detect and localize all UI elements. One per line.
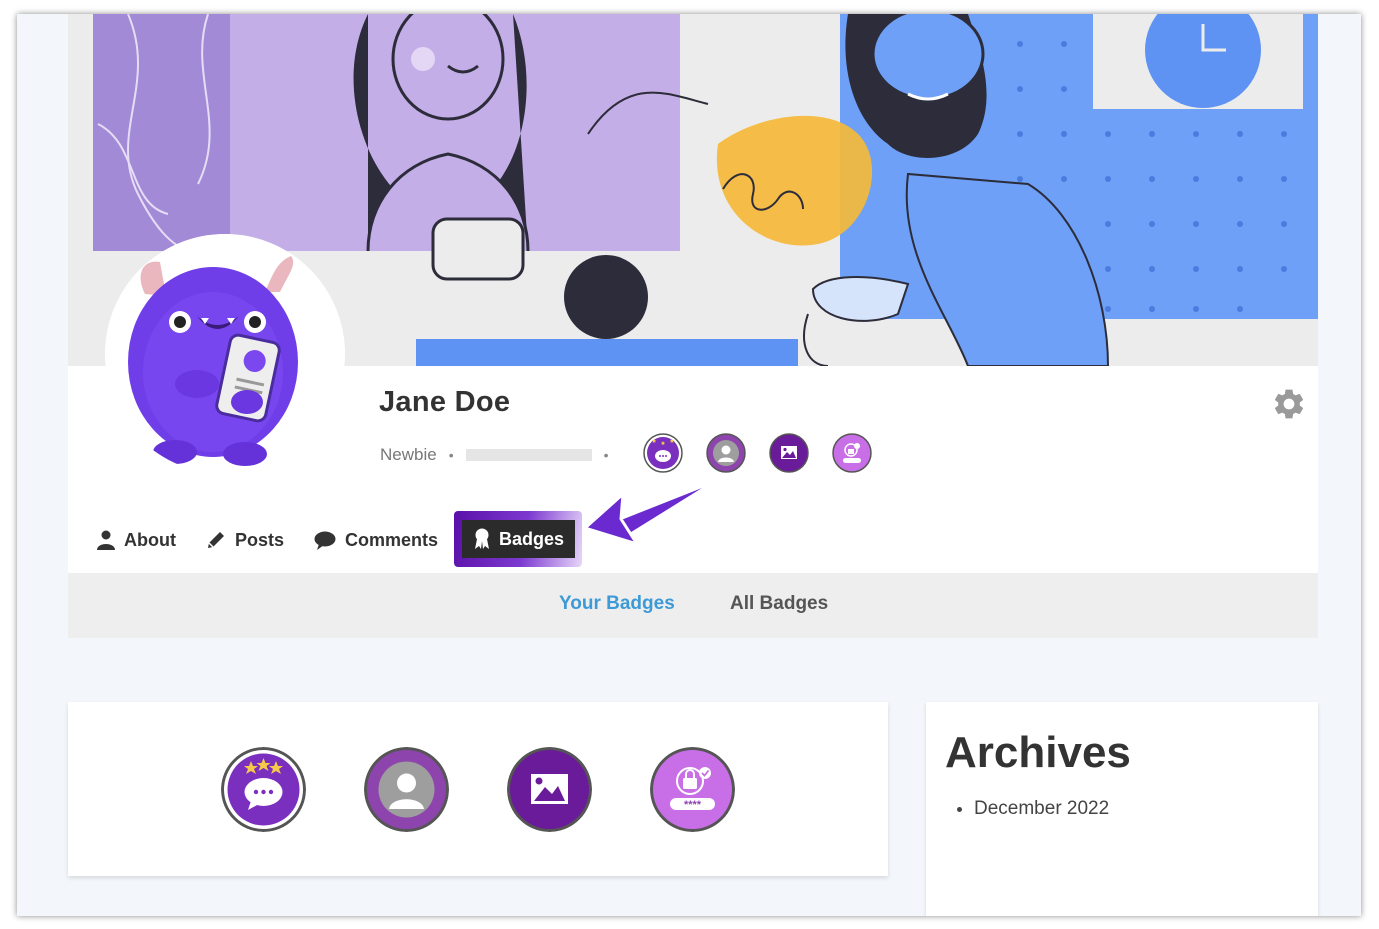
chat-bubble-icon — [314, 530, 336, 550]
profile-page: Jane Doe Newbie • • About Posts Comments… — [17, 14, 1361, 916]
comment-stars-badge-icon[interactable] — [643, 433, 683, 473]
subnav-your-badges[interactable]: Your Badges — [559, 593, 675, 615]
tab-comments[interactable]: Comments — [314, 530, 438, 551]
redacted-field — [465, 449, 592, 461]
earned-badge-list: **** — [221, 747, 735, 832]
profile-role: Newbie — [380, 445, 437, 464]
pencil-icon — [206, 530, 226, 550]
archives-widget: Archives December 2022 — [926, 702, 1318, 916]
profile-tabs: About Posts Comments — [97, 524, 468, 556]
profile-meta: Newbie • • — [380, 440, 621, 470]
image-badge-icon[interactable] — [769, 433, 809, 473]
user-avatar-badge-icon[interactable] — [706, 433, 746, 473]
monster-avatar-illustration — [105, 234, 345, 474]
tab-posts-label: Posts — [234, 529, 285, 550]
archive-item-link[interactable]: December 2022 — [974, 798, 1109, 819]
award-ribbon-icon — [473, 528, 491, 550]
password-lock-badge-icon[interactable] — [832, 433, 872, 473]
tab-comments-label: Comments — [345, 529, 439, 550]
meta-separator: • — [448, 447, 454, 463]
profile-name: Jane Doe — [379, 386, 511, 418]
tab-posts[interactable]: Posts — [206, 530, 284, 551]
profile-avatar[interactable] — [105, 234, 345, 474]
archives-title: Archives — [945, 728, 1131, 777]
archive-item[interactable]: December 2022 — [974, 798, 1109, 820]
badges-subnav: Your Badges All Badges — [68, 573, 1318, 638]
tab-about[interactable]: About — [97, 530, 176, 551]
archives-list: December 2022 — [956, 798, 1109, 820]
settings-gear-icon[interactable] — [1271, 386, 1307, 422]
user-icon — [97, 530, 115, 550]
tab-badges[interactable]: Badges — [462, 520, 575, 558]
comment-stars-badge-large-icon[interactable] — [221, 747, 306, 832]
badges-card: **** — [68, 702, 888, 876]
tab-badges-label: Badges — [498, 528, 565, 549]
svg-text:****: **** — [684, 799, 702, 811]
meta-separator: • — [603, 447, 609, 463]
image-badge-large-icon[interactable] — [507, 747, 592, 832]
password-lock-badge-large-icon[interactable]: **** — [650, 747, 735, 832]
subnav-all-badges[interactable]: All Badges — [730, 593, 828, 615]
annotation-arrow-icon — [583, 488, 702, 546]
tab-about-label: About — [124, 529, 176, 550]
user-avatar-badge-large-icon[interactable] — [364, 747, 449, 832]
header-badge-list — [643, 433, 872, 473]
